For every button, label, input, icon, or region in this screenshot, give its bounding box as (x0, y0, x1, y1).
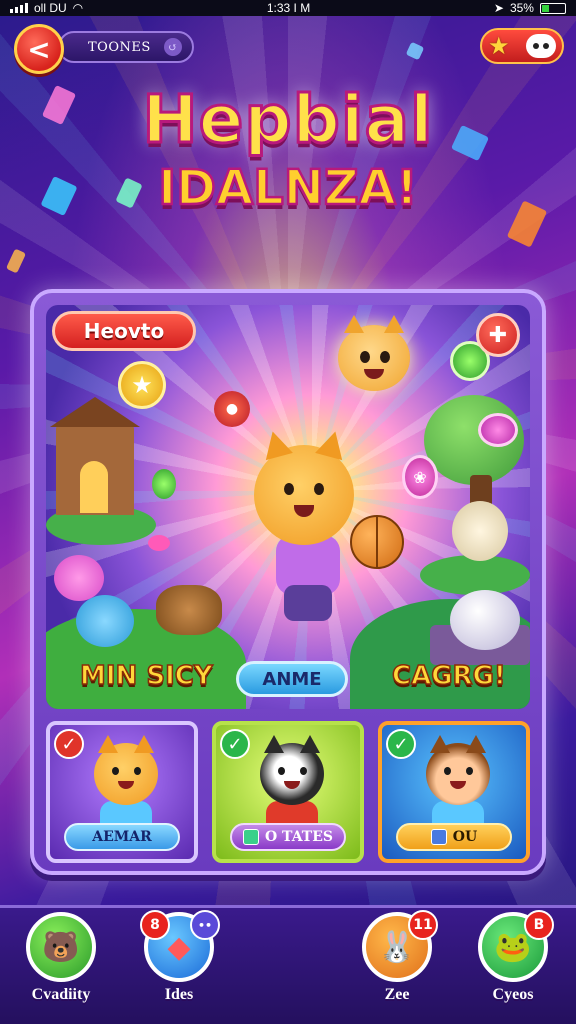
battery-icon (539, 2, 566, 14)
nav-item-zee[interactable]: 🐰 11 Zee (352, 910, 442, 1004)
card-button[interactable]: OU (396, 823, 512, 851)
floating-cat-icon (338, 315, 410, 391)
candy-icon: ● (214, 391, 250, 427)
location-icon: ➤ (493, 1, 504, 15)
nav-label: Cvadiity (31, 986, 91, 1003)
scene-label-left: MIN SICY (79, 660, 213, 692)
battery-percent: 35% (509, 1, 534, 15)
refresh-icon[interactable]: ↺ (164, 38, 182, 56)
character-cards: ✓ AEMAR ✓ O TATES ✓ OU (46, 721, 530, 863)
title-line-2: IDALNZA! (157, 159, 419, 218)
hero-legs (284, 585, 332, 621)
nav-item-cyeos[interactable]: 🐸 B Cyeos (468, 910, 558, 1004)
pink-cat-pet (54, 555, 104, 601)
nav-label: Cyeos (492, 986, 534, 1003)
puzzle-icon: ◆ 8 •• (140, 910, 220, 982)
character-card[interactable]: ✓ O TATES (212, 721, 364, 863)
game-scene[interactable]: ★ ● ❀ Heovto ✚ MIN SICY ANME CAGRG! (46, 305, 530, 709)
signal-icon (10, 3, 28, 13)
game-title: Hepbial IDALNZA! (0, 80, 576, 218)
nav-label: Zee (384, 986, 410, 1003)
gem-icon (242, 829, 259, 845)
nav-item-cvadiity[interactable]: 🐻 Cvadiity (16, 912, 106, 1004)
nav-label: Ides (164, 986, 194, 1003)
chat-icon: •• (190, 910, 220, 940)
status-bar: oll DU ◠ 1:33 I M ➤ 35% (0, 0, 576, 16)
wifi-icon: ◠ (72, 1, 84, 15)
notification-badge: 8 (140, 910, 170, 940)
check-icon: ✓ (386, 729, 416, 759)
tuxedo-cat-avatar (260, 735, 324, 805)
scene-badge[interactable]: Heovto (52, 311, 196, 351)
card-button[interactable]: AEMAR (64, 823, 180, 851)
notification-badge: B (524, 910, 554, 940)
orange-cat-avatar (94, 735, 158, 805)
main-panel: ★ ● ❀ Heovto ✚ MIN SICY ANME CAGRG! ✓ AE… (30, 289, 546, 875)
character-card[interactable]: ✓ AEMAR (46, 721, 198, 863)
profile-pill[interactable]: ★ (480, 28, 564, 64)
basketball-icon[interactable] (350, 515, 404, 569)
character-card[interactable]: ✓ OU (378, 721, 530, 863)
title-line-1: Hepbial (141, 80, 434, 159)
frog-icon: 🐸 B (478, 910, 554, 982)
face-icon (526, 34, 556, 58)
sheep-pet (452, 501, 508, 561)
status-time: 1:33 I M (266, 1, 311, 15)
scene-label-right: CAGRG! (391, 660, 506, 692)
hill (420, 555, 530, 595)
puzzle-icon[interactable]: ✚ (476, 313, 520, 357)
bear-icon: 🐻 (26, 912, 96, 982)
coin-icon: ★ (118, 361, 166, 409)
brown-dog-pet (156, 585, 222, 635)
star-icon: ★ (488, 32, 510, 60)
egg-icon (450, 590, 520, 650)
scene-center-button[interactable]: ANME (236, 661, 348, 697)
confetti-decoration (5, 248, 27, 274)
candy-icon (478, 413, 518, 447)
back-button[interactable]: < (14, 24, 64, 74)
top-pill-label: TOONES (88, 39, 151, 55)
candy-icon (152, 469, 176, 499)
candy-icon: ❀ (402, 455, 438, 499)
top-currency-pill[interactable]: TOONES ↺ (58, 31, 194, 63)
gem-icon (430, 829, 447, 845)
notification-badge: 11 (408, 910, 438, 940)
chevron-left-icon: < (27, 32, 51, 66)
kid-avatar (426, 735, 490, 805)
blue-bear-pet (76, 595, 134, 647)
house-icon (50, 397, 140, 515)
card-button-label: OU (452, 829, 478, 845)
check-icon: ✓ (220, 729, 250, 759)
bunny-icon: 🐰 11 (362, 910, 438, 982)
card-button-label: AEMAR (92, 829, 152, 845)
confetti-decoration (405, 41, 425, 61)
hero-cat-character[interactable] (254, 445, 354, 545)
nav-item-ides[interactable]: ◆ 8 •• Ides (134, 910, 224, 1004)
candy-icon (148, 535, 170, 551)
card-button[interactable]: O TATES (230, 823, 346, 851)
check-icon: ✓ (54, 729, 84, 759)
card-button-label: O TATES (264, 829, 334, 845)
carrier-text: oll DU (34, 1, 67, 15)
